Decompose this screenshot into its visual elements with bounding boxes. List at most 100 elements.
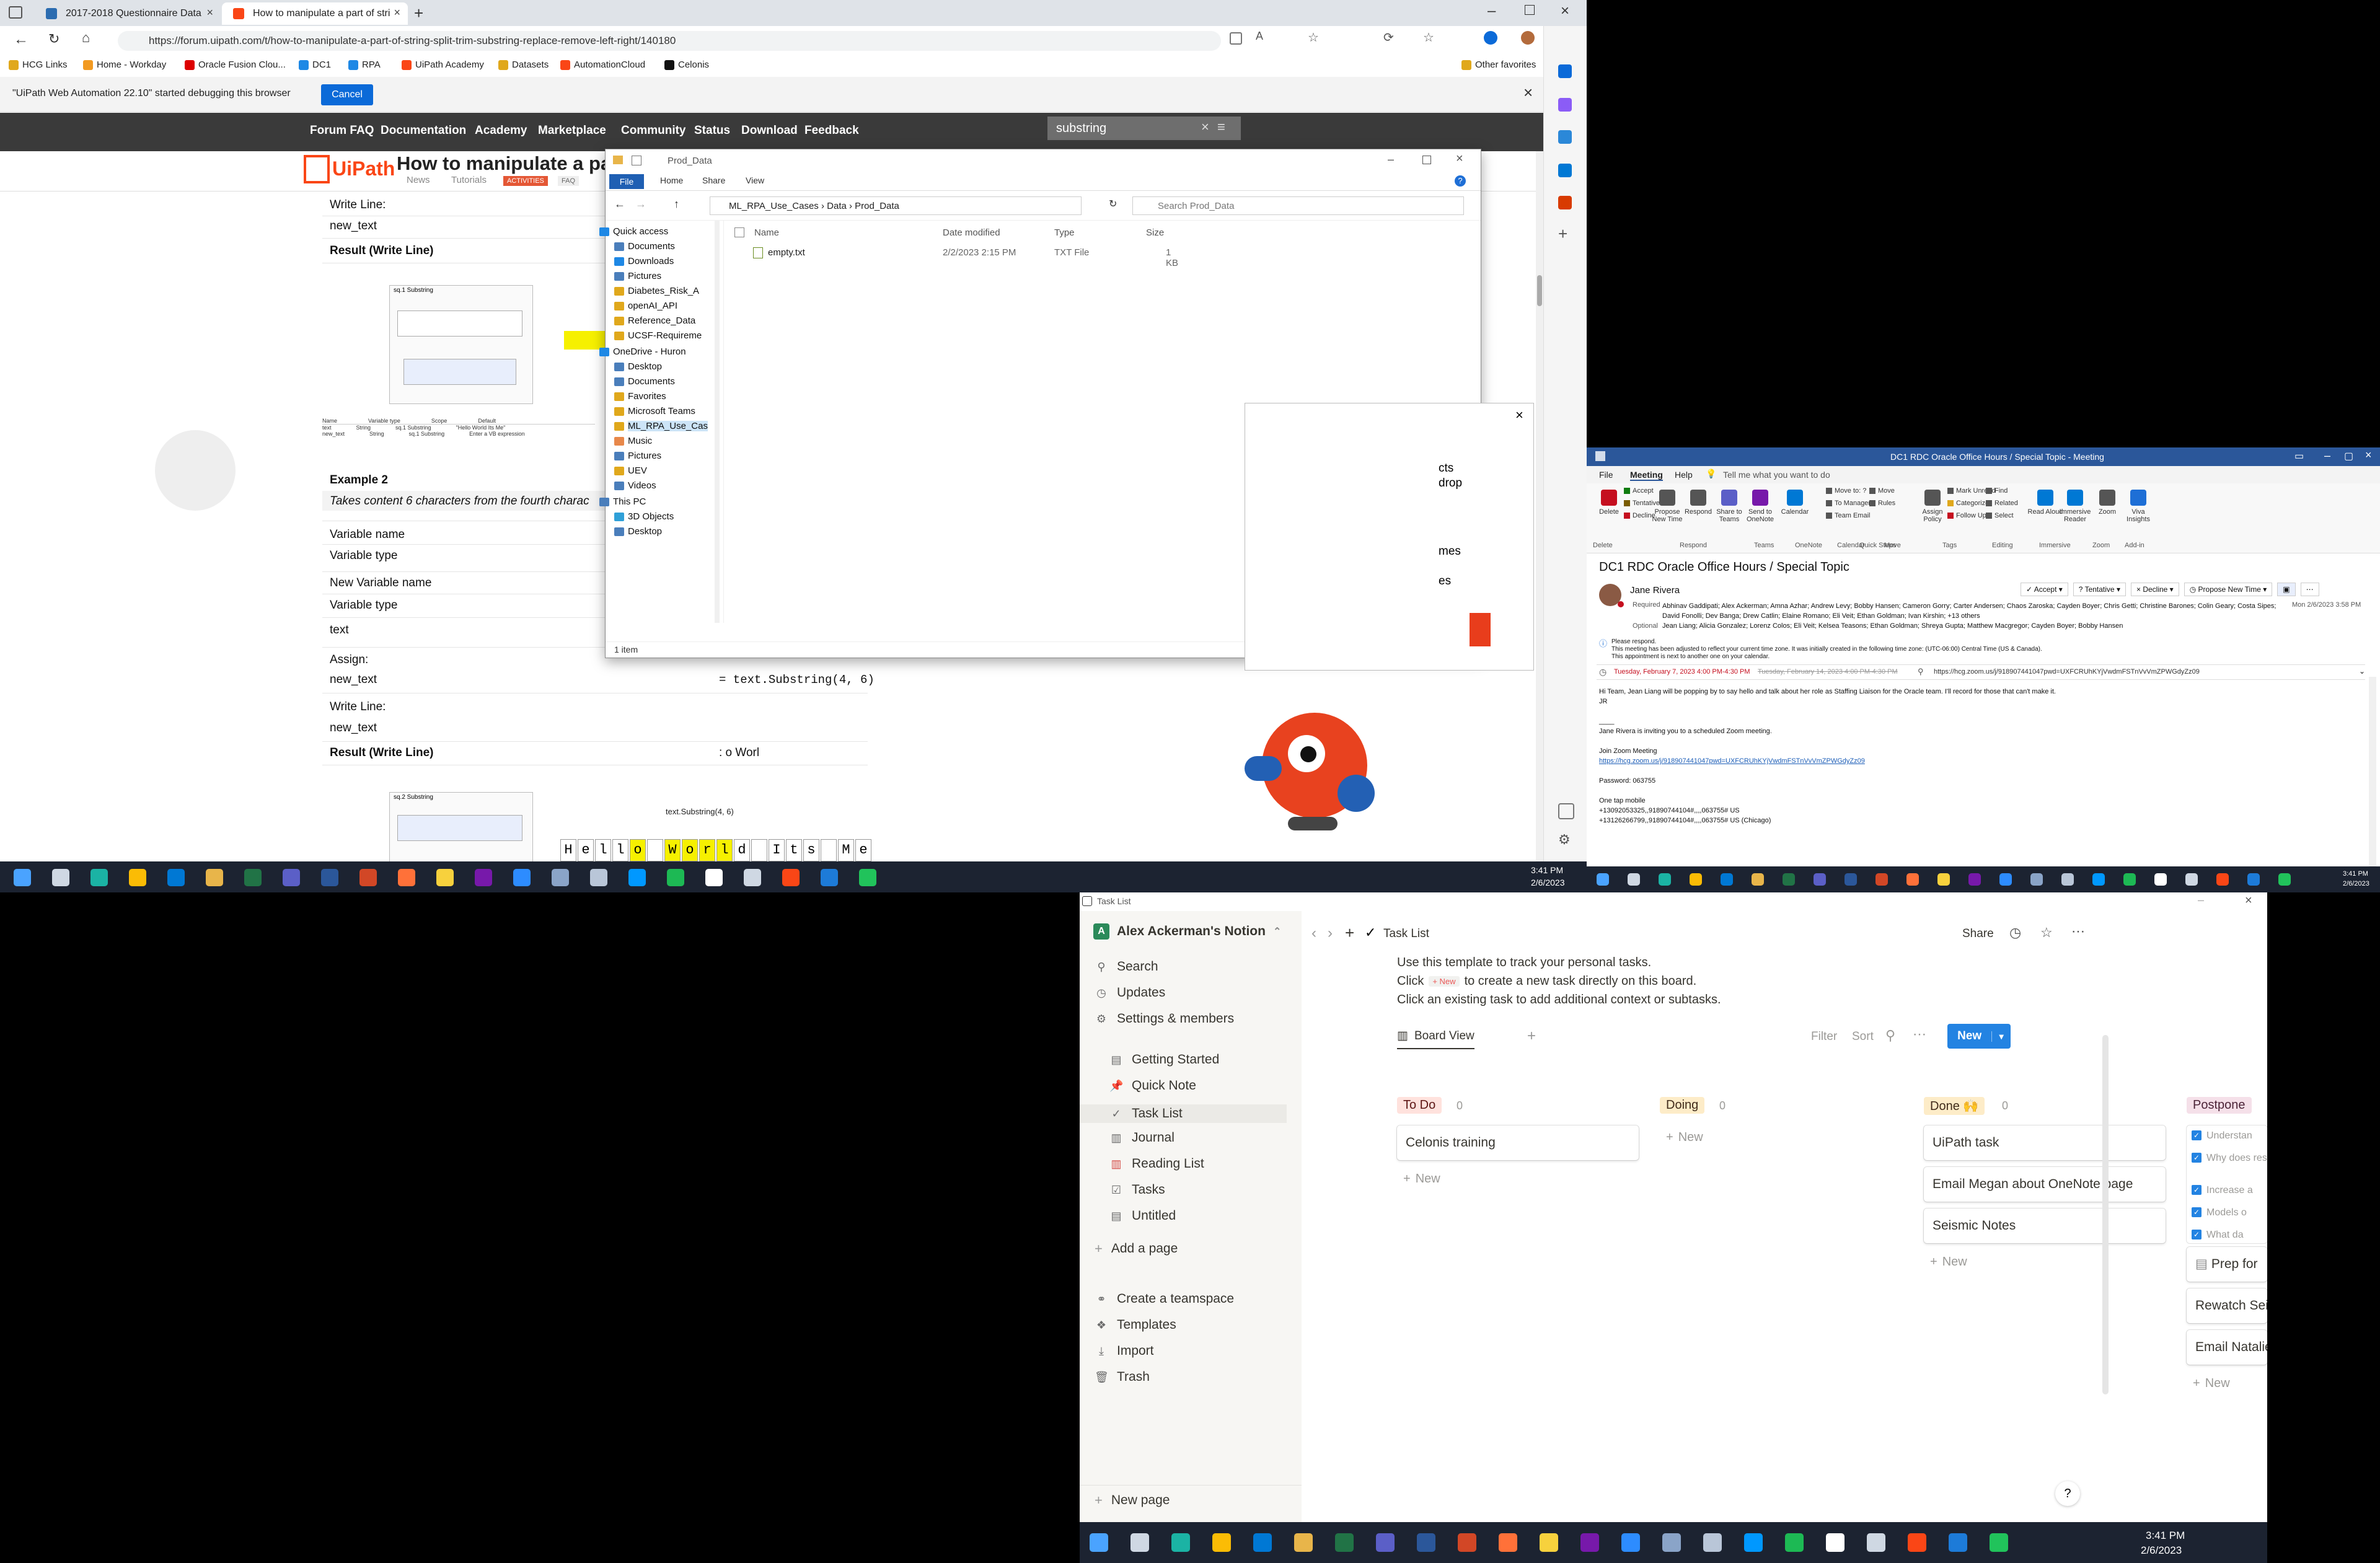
word-icon[interactable] bbox=[1417, 1533, 1435, 1552]
crumb[interactable]: ML_RPA_Use_Cases bbox=[729, 201, 819, 211]
close-window-icon[interactable]: × bbox=[1561, 2, 1569, 20]
mascot-character[interactable] bbox=[1245, 713, 1381, 837]
checkbox-checked-icon[interactable]: ✓ bbox=[2192, 1185, 2202, 1195]
board-scrollbar[interactable] bbox=[2102, 1035, 2109, 1394]
minimize-icon[interactable]: – bbox=[2198, 894, 2204, 907]
sidebar-item[interactable]: ▤ Untitled bbox=[1095, 1209, 1176, 1223]
nav-link[interactable]: Download bbox=[741, 124, 798, 138]
edge-icon[interactable] bbox=[1171, 1533, 1190, 1552]
join-link[interactable]: https://hcg.zoom.us/j/918907441047pwd=UX… bbox=[1599, 756, 2343, 766]
nav-link[interactable]: Documentation bbox=[381, 124, 466, 138]
save-icon[interactable] bbox=[1595, 451, 1605, 461]
tab-file[interactable]: File bbox=[1599, 470, 1613, 480]
checkbox-checked-icon[interactable]: ✓ bbox=[2192, 1207, 2202, 1217]
excel-icon[interactable] bbox=[1783, 873, 1795, 886]
powerpoint-icon[interactable] bbox=[1875, 873, 1888, 886]
outlook-icon[interactable] bbox=[1721, 873, 1733, 886]
search-icon[interactable] bbox=[1628, 873, 1640, 886]
edge-icon[interactable] bbox=[1659, 873, 1671, 886]
ribbon-button[interactable]: Rules bbox=[1869, 500, 1895, 507]
studio-icon[interactable] bbox=[1949, 1533, 1967, 1552]
crumb-tutorials[interactable]: Tutorials bbox=[451, 175, 487, 185]
search-options-icon[interactable]: ≡ bbox=[1217, 119, 1225, 135]
sidebar-item[interactable]: ⤓ Import bbox=[1095, 1344, 1154, 1358]
close-window-icon[interactable]: × bbox=[1456, 152, 1463, 166]
firefox-icon[interactable] bbox=[1906, 873, 1919, 886]
tell-me-input[interactable]: Tell me what you want to do bbox=[1723, 470, 1830, 480]
teams-icon[interactable] bbox=[283, 869, 300, 886]
ribbon-button[interactable]: Team Email bbox=[1826, 512, 1870, 519]
outlook-icon[interactable] bbox=[1558, 164, 1572, 177]
close-tab-icon[interactable]: × bbox=[206, 6, 213, 19]
favorite-item[interactable]: HCG Links bbox=[9, 59, 68, 70]
teams-icon[interactable]: ▣ bbox=[2277, 583, 2296, 596]
avatar[interactable] bbox=[1521, 31, 1535, 45]
favorite-star-icon[interactable]: ☆ bbox=[1308, 30, 1319, 45]
ribbon-button[interactable]: Send to OneNote bbox=[1742, 490, 1779, 523]
forward-icon[interactable]: → bbox=[635, 198, 646, 211]
nav-link[interactable]: Feedback bbox=[804, 124, 859, 138]
sidebar-item[interactable]: ▥ Reading List bbox=[1095, 1156, 1204, 1171]
nav-tree-item[interactable]: Music bbox=[628, 436, 652, 446]
nav-tree-item[interactable]: Microsoft Teams bbox=[628, 406, 695, 416]
more-icon[interactable]: ⋯ bbox=[2300, 583, 2319, 596]
spotify-icon[interactable] bbox=[667, 869, 684, 886]
column-header[interactable]: Name bbox=[754, 227, 779, 238]
gear-icon[interactable] bbox=[2185, 873, 2198, 886]
uipath-icon[interactable] bbox=[782, 869, 800, 886]
app-icon[interactable] bbox=[2030, 873, 2043, 886]
word-icon[interactable] bbox=[1844, 873, 1857, 886]
nav-tree-item[interactable]: Videos bbox=[628, 480, 656, 491]
ribbon-button[interactable]: Follow Up bbox=[1947, 512, 1986, 519]
notion-icon[interactable] bbox=[1826, 1533, 1844, 1552]
refresh-icon[interactable]: ↻ bbox=[1109, 198, 1117, 210]
chrome-icon[interactable] bbox=[1690, 873, 1702, 886]
favorite-item[interactable]: DC1 bbox=[299, 59, 331, 70]
nav-tree-item[interactable]: openAI_API bbox=[628, 301, 677, 311]
select-all-checkbox[interactable] bbox=[734, 227, 744, 237]
close-window-icon[interactable]: × bbox=[2245, 894, 2252, 908]
popup-button-edge[interactable] bbox=[1470, 613, 1491, 646]
close-infobar-icon[interactable]: × bbox=[1523, 83, 1533, 102]
ribbon-button[interactable]: Immersive Reader bbox=[2056, 490, 2094, 523]
onenote-icon[interactable] bbox=[1580, 1533, 1599, 1552]
sidebar-item[interactable]: ⚭ Create a teamspace bbox=[1095, 1292, 1234, 1306]
tentative-button[interactable]: ? Tentative ▾ bbox=[2073, 583, 2126, 596]
organizer-name[interactable]: Jane Rivera bbox=[1630, 585, 1680, 596]
propose-time-button[interactable]: ◷ Propose New Time ▾ bbox=[2184, 583, 2273, 596]
powerpoint-icon[interactable] bbox=[1458, 1533, 1476, 1552]
workspace-switcher[interactable]: A Alex Ackerman's Notion ⌃ bbox=[1093, 923, 1281, 940]
favorite-item[interactable]: Celonis bbox=[664, 59, 709, 70]
tag-faq[interactable]: FAQ bbox=[558, 176, 580, 186]
sidebar-item[interactable]: ⚙ Settings & members bbox=[1095, 1011, 1234, 1026]
group-tag[interactable]: Postpone bbox=[2187, 1097, 2252, 1114]
powerpoint-icon[interactable] bbox=[359, 869, 377, 886]
add-card-button[interactable]: + New bbox=[1403, 1172, 1440, 1186]
nav-tree-item[interactable]: Quick access bbox=[613, 226, 668, 237]
meeting-location[interactable]: https://hcg.zoom.us/j/918907441047pwd=UX… bbox=[1934, 668, 2200, 676]
nav-link[interactable]: Forum FAQ bbox=[310, 124, 374, 138]
copilot-icon[interactable] bbox=[1558, 98, 1572, 112]
nav-tree-item[interactable]: UEV bbox=[628, 465, 647, 476]
message-scrollbar[interactable] bbox=[2369, 677, 2376, 869]
close-popup-icon[interactable]: × bbox=[1515, 407, 1523, 423]
favorite-item[interactable]: UiPath Academy bbox=[402, 59, 484, 70]
path-breadcrumb[interactable]: ML_RPA_Use_Cases › Data › Prod_Data bbox=[710, 196, 1082, 215]
nav-tree-item[interactable]: Desktop bbox=[628, 361, 662, 372]
column-header[interactable]: Date modified bbox=[943, 227, 1000, 238]
group-tag[interactable]: To Do bbox=[1397, 1097, 1442, 1114]
minimize-icon[interactable]: – bbox=[1488, 2, 1496, 20]
favorite-item[interactable]: AutomationCloud bbox=[560, 59, 645, 70]
notion-icon[interactable] bbox=[2154, 873, 2167, 886]
sidebar-item[interactable]: ☑ Tasks bbox=[1095, 1182, 1165, 1197]
app-icon[interactable] bbox=[552, 869, 569, 886]
tab-meeting[interactable]: Meeting bbox=[1630, 470, 1663, 481]
sidebar-item[interactable]: 📌 Quick Note bbox=[1095, 1078, 1196, 1093]
file-explorer-icon[interactable] bbox=[1294, 1533, 1313, 1552]
uipath-icon[interactable] bbox=[2216, 873, 2229, 886]
maximize-icon[interactable]: ▢ bbox=[2344, 450, 2353, 462]
sidebar-item[interactable]: ◷ Updates bbox=[1095, 985, 1165, 1000]
nav-tree-item[interactable]: Favorites bbox=[628, 391, 666, 402]
sidebar-item[interactable]: ⚲ Search bbox=[1095, 959, 1158, 974]
browser-tab-active[interactable]: How to manipulate a part of stri × bbox=[222, 2, 408, 25]
